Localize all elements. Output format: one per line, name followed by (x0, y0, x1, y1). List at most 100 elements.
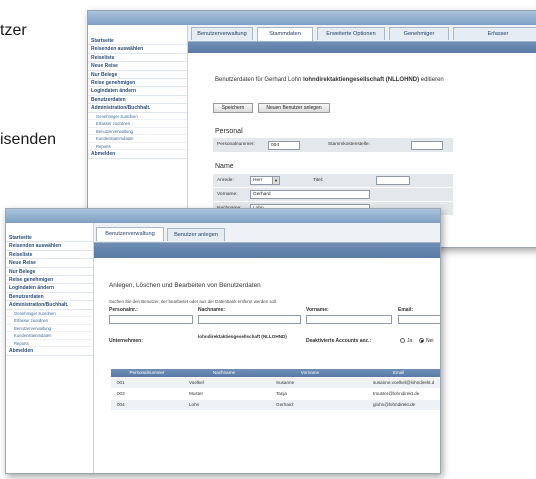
background-text-2: isenden (0, 131, 57, 148)
sidebar-item-nur-belege[interactable]: Nur Belege (88, 71, 187, 79)
sidebar-item-reiseliste[interactable]: Reiseliste (6, 251, 93, 260)
stammkostenstelle-field[interactable] (411, 141, 443, 150)
deaktivierte-label: Deaktivierte Accounts anz.: (306, 338, 372, 344)
personalnr-label: Personalnr.: (109, 307, 138, 313)
table-row[interactable]: 004 Lohn Gerhard glohn@lohndirekt.de (111, 400, 440, 410)
cell-personalnummer: 004 (117, 402, 125, 407)
column-header-email[interactable]: Email (355, 369, 440, 377)
titel-field[interactable] (376, 176, 410, 185)
unternehmen-label: Unternehmen: (109, 338, 143, 344)
sidebar-item-reisenden[interactable]: Reisenden auswählen (6, 242, 93, 251)
personalnr-input[interactable] (109, 315, 193, 324)
sidebar-subitem-genehmiger[interactable]: Genehmiger zuordnen (88, 113, 187, 121)
cell-email[interactable]: susanne.voelkel@lohndirekt.d (373, 378, 434, 388)
sidebar-subitem-kundenstammdaten[interactable]: Kundenstammdaten (6, 332, 93, 340)
heading-prefix: Benutzerdaten für Gerhard Lohn (215, 77, 302, 83)
tab-erweiterte-optionen[interactable]: Erweiterte Optionen (317, 27, 385, 40)
sidebar-item-nur-belege[interactable]: Nur Belege (6, 268, 93, 276)
back-blue-bar (188, 42, 536, 53)
cell-personalnummer: 003 (117, 391, 125, 396)
anrede-value: Herr (253, 178, 263, 183)
tab-benutzerverwaltung[interactable]: Benutzerverwaltung (96, 227, 164, 241)
cell-vorname: Tanja (276, 391, 287, 396)
sidebar-item-abmelden[interactable]: Abmelden (6, 347, 93, 356)
sidebar-subitem-benutzerverwaltung[interactable]: Benutzerverwaltung (88, 128, 187, 136)
radio-nein-label: Nei (426, 338, 434, 344)
column-header-nachname[interactable]: Nachname (183, 369, 265, 377)
search-hint: Suchen Sie den Benutzer, der bearbeitet … (109, 299, 278, 304)
cell-vorname: Susanne (276, 380, 295, 385)
sidebar-item-reisenden[interactable]: Reisenden auswählen (88, 45, 187, 54)
front-window: Startseite Reisenden auswählen Reiselist… (5, 208, 441, 474)
sidebar-item-benutzerdaten[interactable]: Benutzerdaten (6, 293, 93, 302)
tab-benutzer-anlegen[interactable]: Benutzer anlegen (167, 228, 225, 241)
nachname-filter-label: Nachname: (198, 307, 225, 313)
sidebar-subitem-reports[interactable]: Reports (88, 143, 187, 151)
back-tab-bar: Benutzerverwaltung Stammdaten Erweiterte… (188, 25, 536, 42)
heading-suffix: editieren (420, 77, 444, 83)
sidebar-subitem-erfasser[interactable]: Erfasser zuordnen (88, 120, 187, 128)
nachname-input[interactable] (198, 315, 301, 324)
front-window-topbar (6, 209, 440, 223)
vorname-input[interactable] (306, 315, 392, 324)
radio-ja-label: Ja (407, 338, 413, 344)
sidebar-subitem-erfasser[interactable]: Erfasser zuordnen (6, 317, 93, 325)
cell-vorname: Gerhard (276, 402, 293, 407)
screenshot-stage: tzer isenden Startseite Reisenden auswäh… (0, 0, 536, 479)
sidebar-item-startseite[interactable]: Startseite (88, 37, 187, 46)
sidebar-item-logindaten[interactable]: Logindaten ändern (6, 284, 93, 293)
vorname-filter-label: Vorname: (306, 307, 329, 313)
sidebar-item-genehmigen[interactable]: Reise genehmigen (6, 276, 93, 285)
save-button[interactable]: Speichern (213, 103, 253, 113)
sidebar-item-benutzerdaten[interactable]: Benutzerdaten (88, 96, 187, 105)
tab-benutzerverwaltung[interactable]: Benutzerverwaltung (191, 27, 253, 40)
cell-email[interactable]: glohn@lohndirekt.de (373, 400, 415, 410)
cell-nachname: Voelkel (189, 380, 204, 385)
results-table-header: Personalnummer Nachname Vorname Email (111, 369, 440, 377)
tab-erfasser[interactable]: Erfasser (453, 27, 536, 40)
sidebar-subitem-kundenstammdaten[interactable]: Kundenstammdaten (88, 135, 187, 143)
front-sidebar: Startseite Reisenden auswählen Reiselist… (6, 223, 94, 473)
front-page-heading: Anlegen, Löschen und Bearbeiten von Benu… (109, 282, 261, 289)
titel-label: Titel: (313, 178, 324, 183)
vorname-field[interactable]: Gerhard (250, 190, 370, 199)
table-row[interactable]: 003 Muster Tanja tmuster@lohndirekt.de (111, 389, 440, 399)
vorname-label: Vorname: (217, 192, 238, 197)
cell-personalnummer: 001 (117, 380, 125, 385)
sidebar-item-administration[interactable]: Administration/Buchhalt. (88, 104, 187, 113)
sidebar-subitem-benutzerverwaltung[interactable]: Benutzerverwaltung (6, 325, 93, 333)
cell-email[interactable]: tmuster@lohndirekt.de (373, 389, 419, 399)
column-header-personalnummer[interactable]: Personalnummer (111, 369, 183, 377)
heading-company: lohndirektaktiengesellschaft (NLLOHND) (303, 77, 420, 83)
sidebar-item-neue-reise[interactable]: Neue Reise (88, 62, 187, 71)
sidebar-item-administration[interactable]: Administration/Buchhalt. (6, 301, 93, 310)
back-window-topbar (88, 11, 536, 25)
sidebar-subitem-reports[interactable]: Reports (6, 340, 93, 348)
tab-stammdaten[interactable]: Stammdaten (257, 27, 313, 41)
email-input[interactable] (398, 315, 440, 324)
column-header-vorname[interactable]: Vorname (265, 369, 355, 377)
table-row[interactable]: 001 Voelkel Susanne susanne.voelkel@lohn… (111, 378, 440, 388)
anrede-select[interactable]: Herr ▼ (250, 176, 280, 185)
new-user-button[interactable]: Neuen Benutzer anlegen (258, 103, 330, 113)
radio-ja[interactable] (400, 338, 405, 343)
sidebar-item-startseite[interactable]: Startseite (6, 234, 93, 243)
back-page-heading: Benutzerdaten für Gerhard Lohn lohndirek… (215, 77, 444, 83)
personalnummer-field[interactable]: 004 (268, 141, 300, 150)
personal-section-title: Personal (215, 128, 243, 135)
sidebar-item-logindaten[interactable]: Logindaten ändern (88, 87, 187, 96)
chevron-down-icon[interactable]: ▼ (272, 177, 279, 184)
sidebar-item-reiseliste[interactable]: Reiseliste (88, 54, 187, 63)
sidebar-item-abmelden[interactable]: Abmelden (88, 150, 187, 159)
background-text-1: tzer (0, 22, 27, 39)
sidebar-item-neue-reise[interactable]: Neue Reise (6, 259, 93, 268)
radio-nein[interactable] (419, 338, 424, 343)
tab-genehmiger[interactable]: Genehmiger (389, 27, 449, 40)
personalnummer-label: Personalnummer: (217, 142, 255, 147)
email-filter-label: Email: (398, 307, 414, 313)
cell-nachname: Muster (189, 391, 204, 396)
name-section-title: Name (215, 163, 234, 170)
sidebar-item-genehmigen[interactable]: Reise genehmigen (88, 79, 187, 88)
cell-nachname: Lohn (189, 402, 200, 407)
sidebar-subitem-genehmiger[interactable]: Genehmiger zuordnen (6, 310, 93, 318)
